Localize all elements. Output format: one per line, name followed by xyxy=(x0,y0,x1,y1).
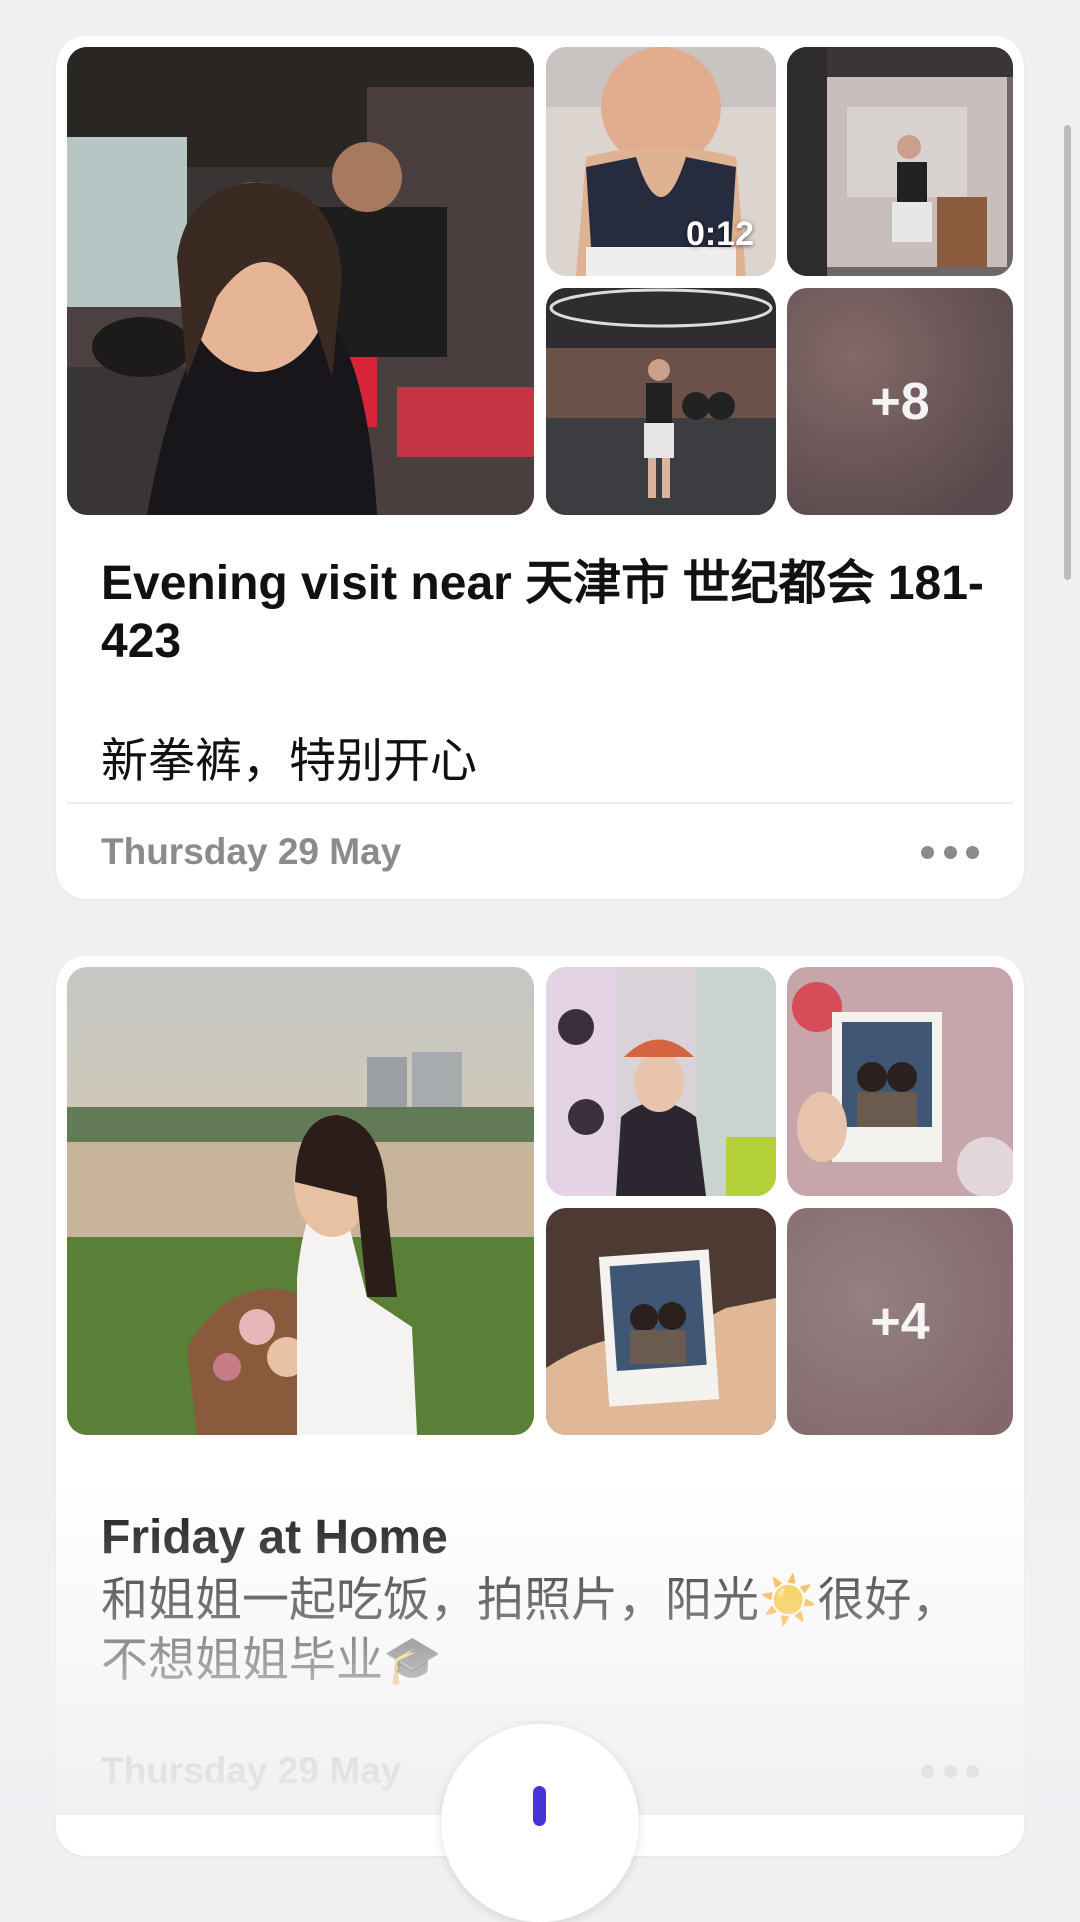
gym-floor-photo xyxy=(546,288,776,515)
photo-tile[interactable] xyxy=(546,1208,776,1435)
gym-mirror-photo xyxy=(787,47,1013,276)
new-entry-button[interactable] xyxy=(441,1724,639,1922)
video-duration: 0:12 xyxy=(685,215,754,253)
video-tile[interactable]: 0:12 xyxy=(546,47,776,276)
instant-photo-hand xyxy=(546,1208,776,1435)
entry-title: Friday at Home xyxy=(101,1511,448,1564)
lakeside-flowers-portrait xyxy=(67,967,534,1435)
more-icon[interactable] xyxy=(921,845,979,859)
entry-description: 和姐姐一起吃饭，拍照片，阳光☀️很好，不想姐姐毕业🎓 xyxy=(101,1573,959,1686)
journal-entry-card[interactable]: +4 Friday at Home 和姐姐一起吃饭，拍照片，阳光☀️很好，不想姐… xyxy=(56,956,1024,1856)
entry-date: Thursday 29 May xyxy=(101,831,402,872)
photo-tile[interactable] xyxy=(546,288,776,515)
hello-kitty-shop-photo xyxy=(546,967,776,1196)
more-photos-tile[interactable]: +4 xyxy=(787,1208,1013,1435)
scroll-indicator[interactable] xyxy=(1064,125,1071,580)
entry-date: Thursday 29 May xyxy=(101,1750,402,1791)
entry-title: Evening visit near 天津市 世纪都会 181-423 xyxy=(101,557,984,668)
photo-tile[interactable] xyxy=(67,967,534,1435)
photo-tile[interactable] xyxy=(546,967,776,1196)
entry-description: 新拳裤，特别开心 xyxy=(101,734,477,787)
photo-tile[interactable] xyxy=(787,967,1013,1196)
divider xyxy=(67,1721,1013,1723)
more-icon[interactable] xyxy=(921,1764,979,1778)
journal-entry-card[interactable]: 0:12 +8 Evening visit near 天津市 世纪都会 181-… xyxy=(56,36,1024,899)
instant-photo-held xyxy=(787,967,1013,1196)
journal-add-icon xyxy=(533,1786,546,1826)
photo-tile[interactable] xyxy=(67,47,534,515)
photo-tile[interactable] xyxy=(787,47,1013,276)
boxing-gym-selfie-photo xyxy=(67,47,534,515)
more-count: +4 xyxy=(787,1208,1013,1435)
divider xyxy=(67,802,1013,804)
more-count: +8 xyxy=(787,288,1013,515)
more-photos-tile[interactable]: +8 xyxy=(787,288,1013,515)
